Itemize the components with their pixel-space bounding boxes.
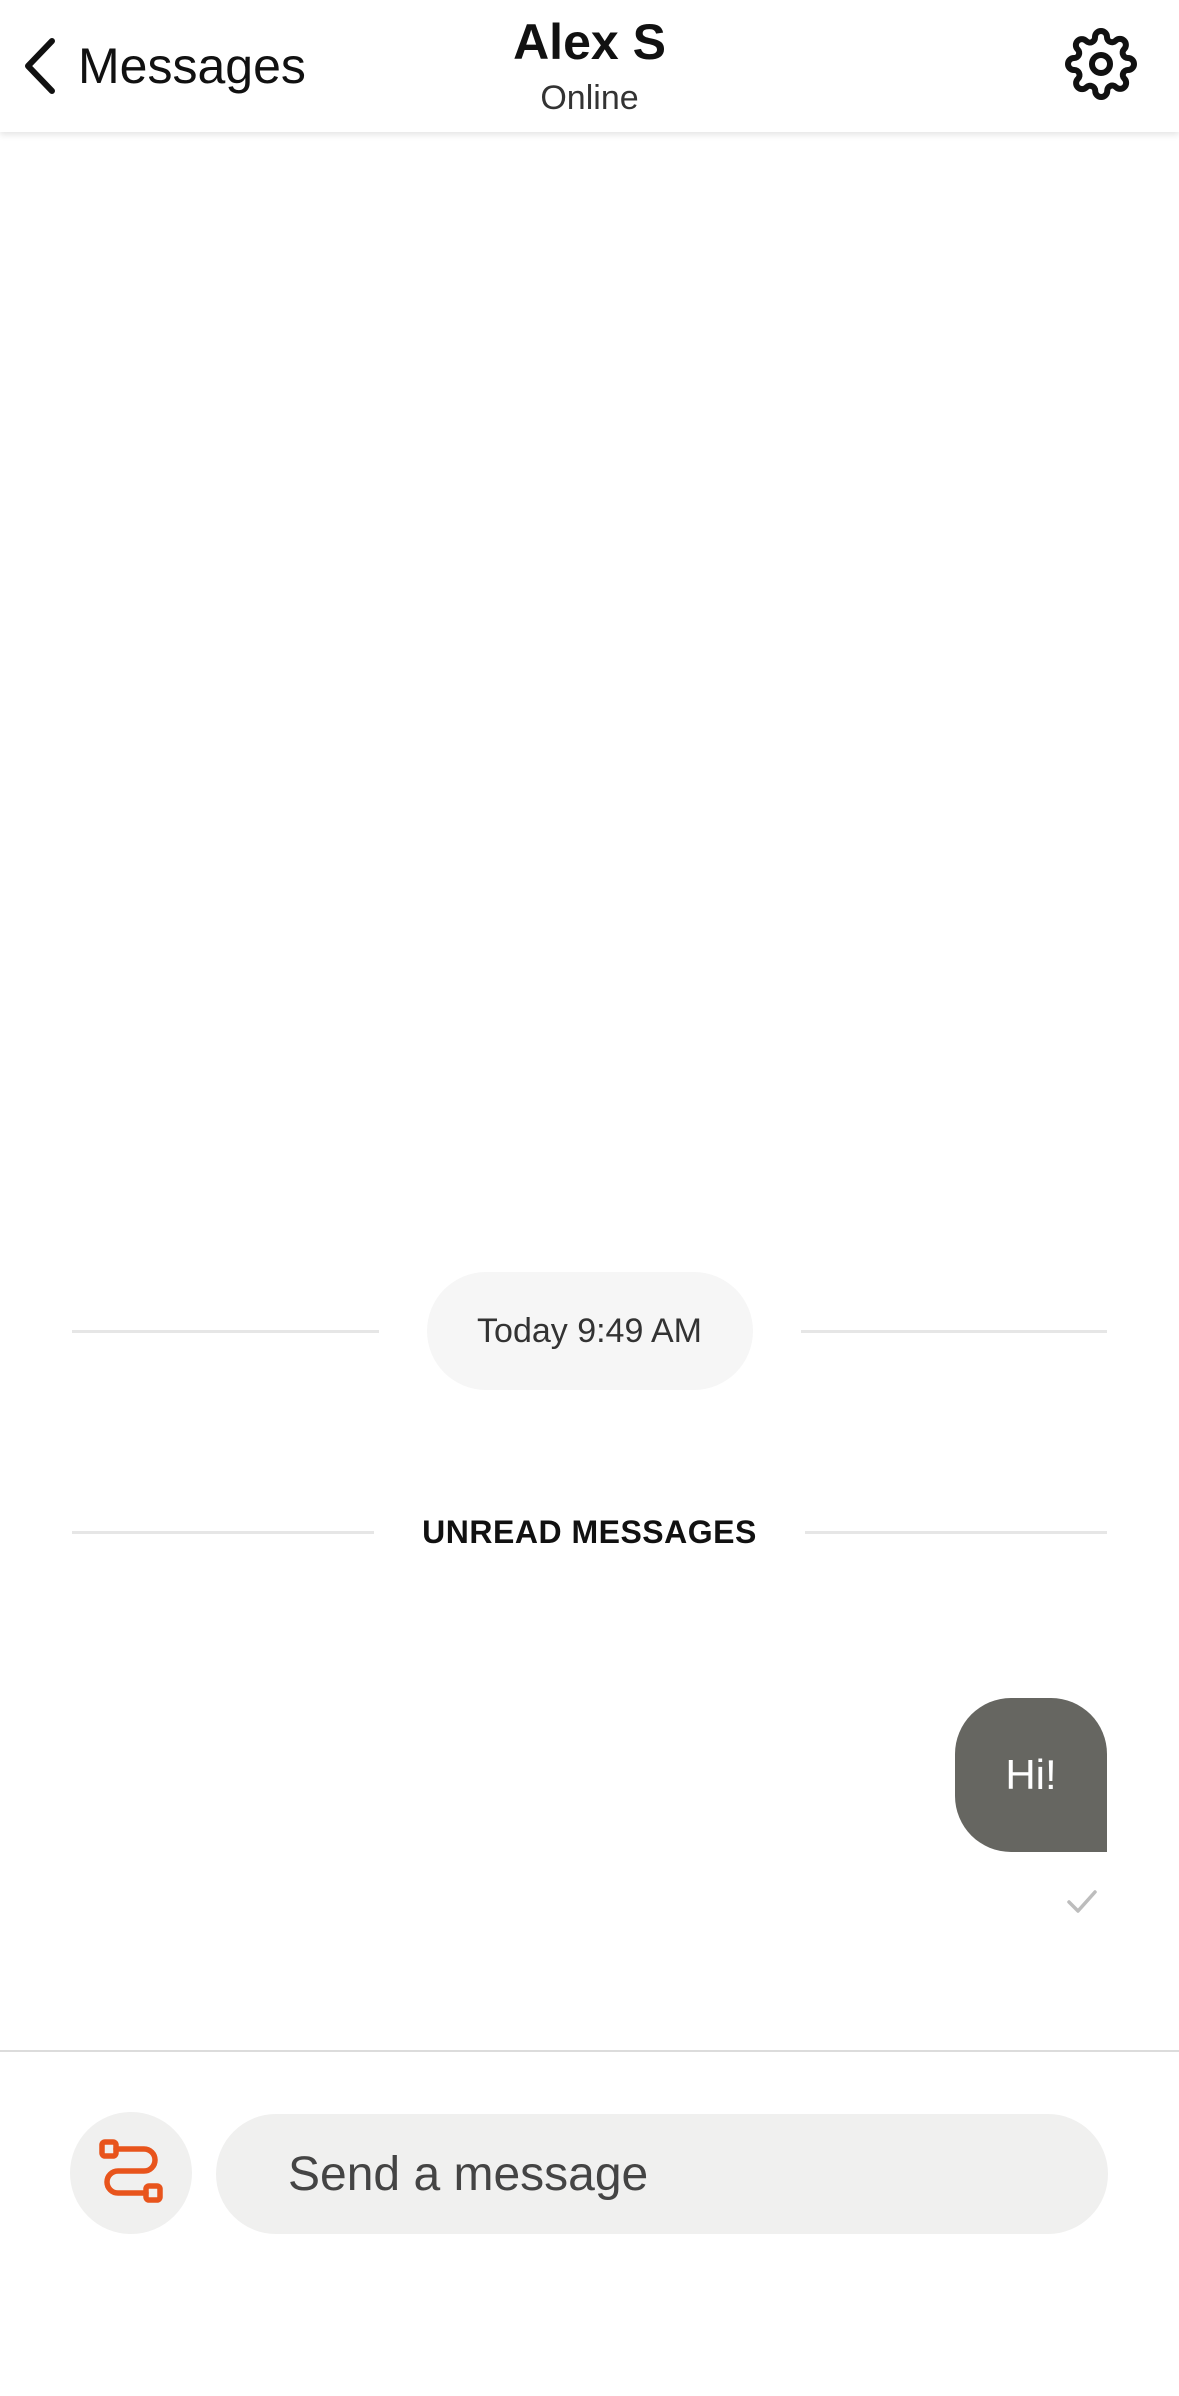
checkmark-icon bbox=[1065, 1884, 1099, 1918]
divider-line bbox=[72, 1329, 379, 1333]
message-thread[interactable]: Today 9:49 AM UNREAD MESSAGES Hi! bbox=[0, 132, 1179, 2050]
quick-action-button[interactable] bbox=[70, 2112, 192, 2234]
back-button[interactable]: Messages bbox=[20, 30, 306, 102]
divider-line bbox=[804, 1531, 1107, 1534]
gear-icon bbox=[1065, 27, 1137, 105]
outgoing-message-bubble[interactable]: Hi! bbox=[955, 1698, 1107, 1852]
divider-line bbox=[800, 1329, 1107, 1333]
chevron-left-icon bbox=[20, 35, 60, 97]
message-text: Hi! bbox=[1005, 1751, 1057, 1798]
unread-messages-label: UNREAD MESSAGES bbox=[422, 1514, 757, 1550]
timestamp-pill: Today 9:49 AM bbox=[426, 1272, 753, 1390]
chat-screen: Messages Alex S Online Today 9:49 AM UNR… bbox=[0, 0, 1179, 2396]
timestamp-divider: Today 9:49 AM bbox=[72, 1272, 1107, 1390]
divider-line bbox=[72, 1531, 375, 1534]
chat-header: Messages Alex S Online bbox=[0, 0, 1179, 132]
route-icon bbox=[98, 2138, 164, 2209]
settings-button[interactable] bbox=[1065, 27, 1137, 105]
back-label: Messages bbox=[78, 38, 306, 94]
message-composer bbox=[0, 2050, 1179, 2396]
message-input[interactable] bbox=[216, 2114, 1108, 2234]
unread-divider: UNREAD MESSAGES bbox=[72, 1514, 1107, 1551]
